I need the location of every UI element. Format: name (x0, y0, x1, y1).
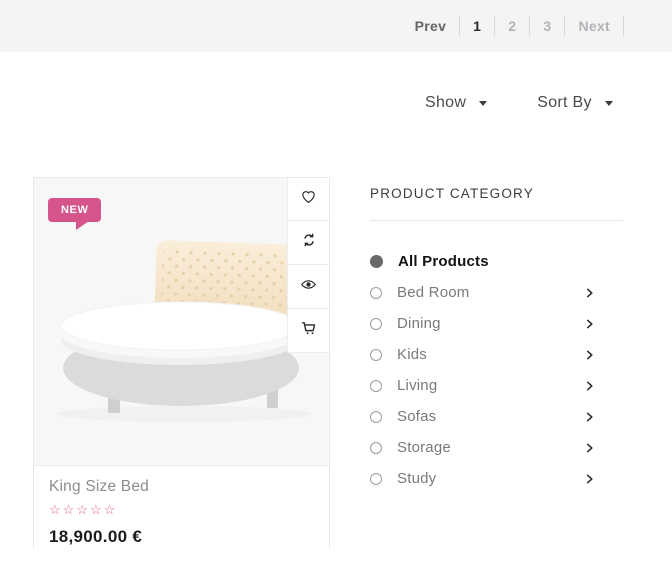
product-price: 18,900.00 € (49, 527, 314, 547)
radio-icon[interactable] (370, 442, 382, 454)
sidebar-item-study[interactable]: Study (370, 463, 623, 494)
new-badge: NEW (48, 198, 101, 222)
pagination-page-3[interactable]: 3 (530, 16, 565, 36)
eye-icon (300, 276, 317, 298)
pagination: Prev 1 2 3 Next (402, 16, 624, 36)
sidebar-item-dining[interactable]: Dining (370, 308, 623, 339)
show-dropdown[interactable]: Show (425, 94, 487, 112)
star-rating: ☆☆☆☆☆ (49, 502, 314, 518)
sort-by-dropdown[interactable]: Sort By (537, 94, 613, 112)
product-info: King Size Bed ☆☆☆☆☆ 18,900.00 € (34, 466, 329, 559)
sidebar-item-storage[interactable]: Storage (370, 432, 623, 463)
sidebar-item-label: Study (397, 470, 436, 487)
sidebar-item-living[interactable]: Living (370, 370, 623, 401)
chevron-right-icon (584, 380, 595, 391)
chevron-right-icon (584, 473, 595, 484)
heart-icon (300, 188, 317, 210)
sidebar-item-label: All Products (398, 253, 489, 270)
sort-by-dropdown-label: Sort By (537, 94, 592, 112)
radio-icon[interactable] (370, 380, 382, 392)
sidebar-item-label: Dining (397, 315, 441, 332)
category-sidebar: PRODUCT CATEGORY All Products Bed Room Din… (370, 186, 623, 494)
pagination-page-1[interactable]: 1 (460, 16, 495, 36)
show-dropdown-label: Show (425, 94, 466, 112)
chevron-right-icon (584, 318, 595, 329)
radio-icon[interactable] (370, 318, 382, 330)
product-card[interactable]: NEW (33, 177, 330, 549)
pagination-page-2[interactable]: 2 (495, 16, 530, 36)
compare-button[interactable] (287, 221, 329, 265)
pagination-prev[interactable]: Prev (402, 16, 461, 36)
product-actions (287, 178, 329, 353)
category-list: All Products Bed Room Dining Kids Living Sofa… (370, 246, 623, 494)
sidebar-heading: PRODUCT CATEGORY (370, 186, 623, 201)
sidebar-item-label: Storage (397, 439, 451, 456)
pagination-next[interactable]: Next (565, 16, 624, 36)
chevron-right-icon (584, 442, 595, 453)
sidebar-divider (370, 220, 623, 221)
wishlist-button[interactable] (287, 178, 329, 221)
quick-view-button[interactable] (287, 265, 329, 309)
sidebar-item-label: Bed Room (397, 284, 469, 301)
sidebar-item-all-products[interactable]: All Products (370, 246, 623, 277)
sidebar-item-kids[interactable]: Kids (370, 339, 623, 370)
product-listing-page: Prev 1 2 3 Next Show Sort By NEW (0, 0, 672, 569)
radio-selected-icon[interactable] (370, 255, 383, 268)
sidebar-item-label: Sofas (397, 408, 436, 425)
radio-icon[interactable] (370, 473, 382, 485)
add-to-cart-button[interactable] (287, 309, 329, 353)
chevron-right-icon (584, 349, 595, 360)
product-image-area: NEW (34, 178, 329, 466)
product-title[interactable]: King Size Bed (49, 478, 314, 496)
radio-icon[interactable] (370, 411, 382, 423)
listing-toolbar: Show Sort By (425, 94, 613, 112)
radio-icon[interactable] (370, 349, 382, 361)
chevron-down-icon (605, 101, 613, 106)
sidebar-item-sofas[interactable]: Sofas (370, 401, 623, 432)
chevron-right-icon (584, 287, 595, 298)
radio-icon[interactable] (370, 287, 382, 299)
top-pagination-bar: Prev 1 2 3 Next (0, 0, 672, 52)
sync-icon (301, 232, 317, 253)
cart-icon (300, 320, 317, 342)
chevron-down-icon (479, 101, 487, 106)
sidebar-item-label: Living (397, 377, 437, 394)
sidebar-item-bed-room[interactable]: Bed Room (370, 277, 623, 308)
chevron-right-icon (584, 411, 595, 422)
sidebar-item-label: Kids (397, 346, 427, 363)
